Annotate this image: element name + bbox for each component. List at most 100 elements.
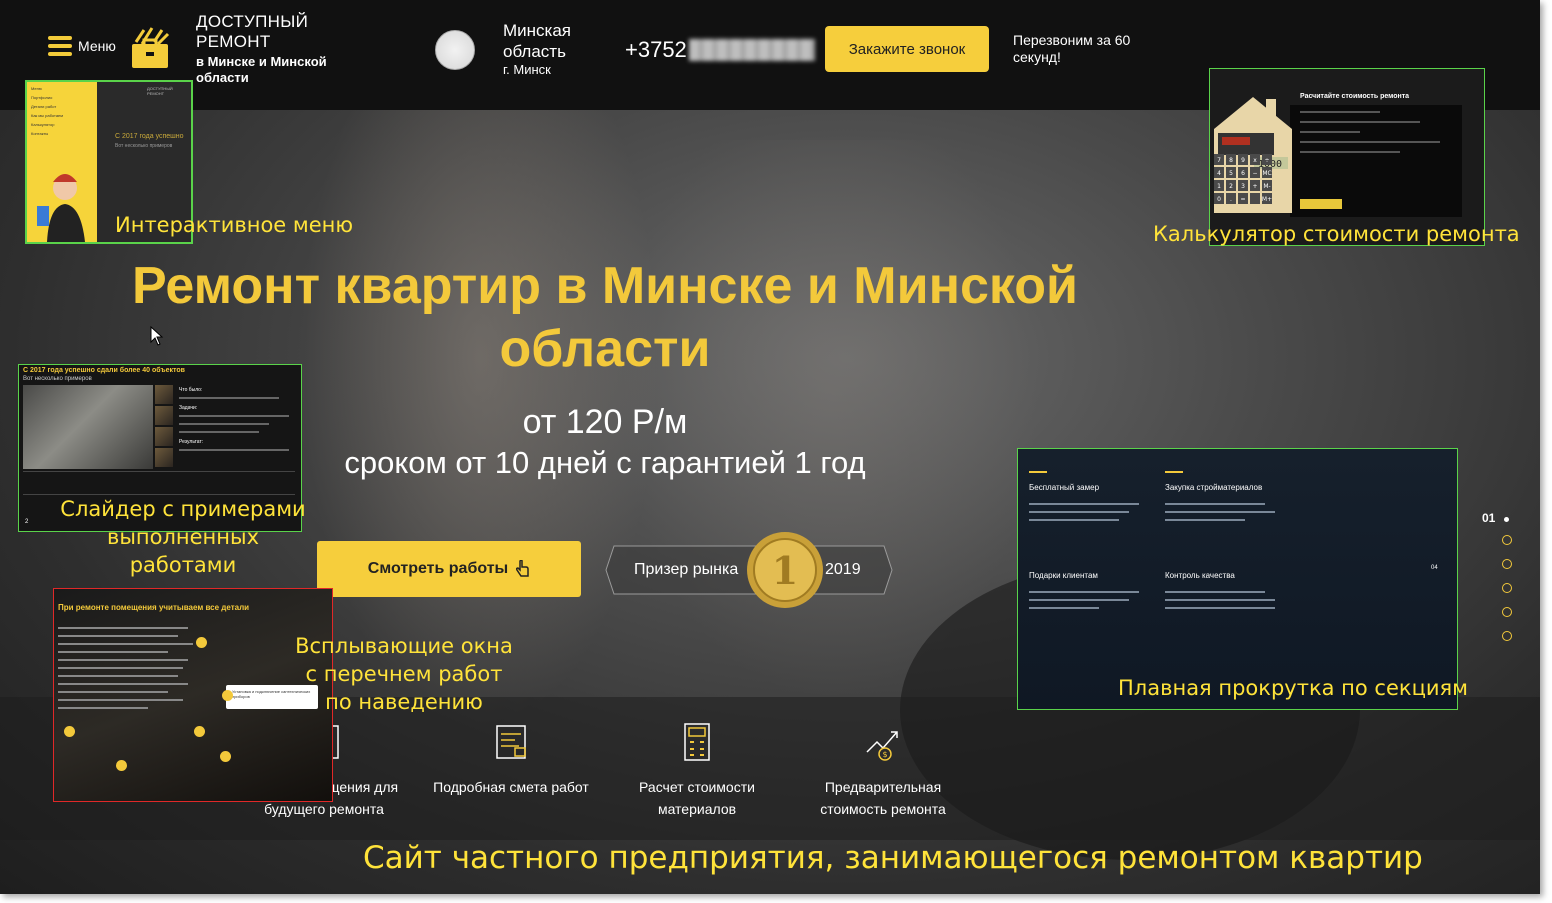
pager-dot[interactable]: [1502, 607, 1512, 617]
menu-preview-headline-text: С 2017 года успешно: [115, 133, 184, 140]
calc-title: Расчитайте стоимость ремонта: [1300, 93, 1410, 100]
popup-body: [58, 627, 198, 715]
slider-page: 2: [25, 519, 29, 525]
scroll-preview-item: Бесплатный замер: [1029, 471, 1149, 527]
feature-label: Предварительная стоимость ремонта: [820, 779, 946, 817]
slider-what-was: Что было:: [179, 387, 203, 393]
calc-key-label: x: [1253, 157, 1257, 164]
menu-preview-item: Как мы работаем: [31, 113, 64, 118]
calc-key-label: 6: [1241, 170, 1245, 177]
gold-medal-icon: 1: [747, 532, 823, 608]
feature-label: Подробная смета работ: [433, 779, 589, 795]
menu-label: Меню: [78, 38, 116, 54]
slider-title: С 2017 года успешно сдали более 40 объек…: [23, 367, 185, 374]
award-text: Призер рынка: [634, 561, 739, 578]
annotation-label: Калькулятор стоимости ремонта: [1153, 222, 1520, 246]
calc-key-label: ÷: [1264, 157, 1269, 164]
hero-price: от 120 Р/м: [522, 403, 688, 441]
menu-button[interactable]: Меню: [48, 36, 116, 56]
calculator-icon: [684, 723, 710, 761]
callback-note: Перезвоним за 60 секунд!: [1013, 32, 1131, 65]
city-name: г. Минск: [503, 62, 551, 77]
market-award: Призер рынка 1 2019: [604, 530, 894, 610]
feature-label: Расчет стоимости материалов: [639, 779, 755, 817]
calc-key-label: 8: [1229, 157, 1233, 164]
menu-preview-headline: С 2017 года успешно Вот несколько пример…: [115, 132, 191, 151]
hero-term: сроком от 10 дней с гарантией 1 год: [344, 445, 866, 480]
annotation-label: Слайдер с примерами выполненных работами: [60, 497, 306, 577]
hotspot-dot: [220, 751, 231, 762]
scroll-preview-page: 04: [1431, 565, 1438, 571]
slider-subtitle: Вот несколько примеров: [23, 376, 92, 382]
hotspot-dot: [194, 726, 205, 737]
map-icon[interactable]: [435, 30, 475, 70]
award-year: 2019: [825, 561, 861, 578]
svg-text:$: $: [882, 750, 887, 759]
phone-number[interactable]: +3752: [625, 37, 815, 63]
slider-description: Что было: Задачи: Результат:: [179, 387, 299, 457]
phone-redacted: [688, 39, 815, 61]
scroll-item-title: Подарки клиентам: [1029, 571, 1098, 580]
pager-dot-active[interactable]: [1504, 517, 1509, 522]
page-caption: Сайт частного предприятия, занимающегося…: [363, 840, 1423, 876]
menu-preview-brand: ДОСТУПНЫЙ РЕМОНТ: [147, 86, 173, 96]
page-frame: Меню ДОСТУПНЫЙ РЕМОНТ в Минске и Минской…: [0, 0, 1540, 894]
calc-key-label: MC: [1262, 170, 1271, 177]
hotspot-dot: [64, 726, 75, 737]
feature-item: Расчет стоимости материалов: [607, 722, 787, 820]
estimate-icon: [496, 725, 526, 759]
calc-key-label: 9: [1241, 157, 1245, 164]
worker-girl-illustration: [37, 174, 85, 242]
calc-key-label: 3: [1241, 183, 1245, 190]
hero-title: Ремонт квартир в Минске и Минской област…: [132, 257, 1078, 378]
mouse-cursor-icon: [150, 326, 164, 346]
calc-key: [1250, 193, 1260, 204]
calculator-keypad: 7 8 9 x ÷ 4 5 6− MC 1 2 3 + M- 0. = M+: [1214, 154, 1272, 204]
annotation-label: Всплывающие окна с перечнем работ по нав…: [295, 634, 513, 714]
calc-key-label: =: [1240, 196, 1245, 203]
section-counter: 01: [1482, 511, 1496, 525]
hover-popup-preview: При ремонте помещения учитываем все дета…: [53, 588, 333, 802]
pager-dot[interactable]: [1502, 559, 1512, 569]
menu-preview-item: Контакты: [31, 131, 49, 136]
hotspot-dot: [222, 690, 233, 701]
calc-key-label: 4: [1217, 170, 1221, 177]
order-call-button[interactable]: Закажите звонок: [825, 26, 989, 72]
slider-specs-table: [23, 471, 295, 495]
calc-form-fields: [1300, 111, 1460, 161]
pager-dot[interactable]: [1502, 583, 1512, 593]
popup-title: При ремонте помещения учитываем все дета…: [58, 603, 250, 612]
annotation-label: Плавная прокрутка по секциям: [1118, 676, 1468, 700]
brand-title: ДОСТУПНЫЙ РЕМОНТ: [196, 12, 309, 51]
brand-subtitle: в Минске и Минской области: [196, 54, 327, 85]
hamburger-icon: [48, 36, 72, 56]
menu-preview-sub: Вот несколько примеров: [115, 143, 173, 149]
scroll-preview-item: Подарки клиентам: [1029, 571, 1149, 615]
feature-item: Подробная смета работ: [421, 722, 601, 798]
slider-result: Результат:: [179, 439, 204, 445]
calc-key-label: .: [1230, 196, 1232, 203]
calc-key-label: M-: [1263, 183, 1270, 190]
view-works-button[interactable]: Смотреть работы: [317, 541, 581, 597]
slider-photo: [23, 385, 153, 469]
scroll-preview-item: Контроль качества: [1165, 571, 1285, 615]
pager-dot[interactable]: [1502, 535, 1512, 545]
calc-key-label: 2: [1229, 183, 1233, 190]
calc-key-label: 0: [1217, 196, 1221, 203]
menu-preview-item: Портфолио: [31, 95, 53, 100]
region-info: Минская область г. Минск: [503, 20, 603, 78]
hotspot-dot: [196, 637, 207, 648]
medal-place: 1: [772, 548, 798, 593]
calc-key-label: +: [1252, 183, 1257, 190]
toolbox-logo-icon: [132, 27, 170, 68]
calc-key-label: M+: [1262, 196, 1272, 203]
menu-preview-item: Калькулятор: [31, 122, 55, 127]
pager-dot[interactable]: [1502, 631, 1512, 641]
calc-key-label: −: [1252, 170, 1257, 177]
price-growth-icon: $: [866, 731, 898, 761]
menu-preview-item: Детали работ: [31, 104, 57, 109]
calc-key-label: 7: [1217, 157, 1221, 164]
calc-submit-button: [1300, 199, 1342, 209]
scroll-item-title: Контроль качества: [1165, 571, 1235, 580]
region-name: Минская область: [503, 21, 572, 61]
